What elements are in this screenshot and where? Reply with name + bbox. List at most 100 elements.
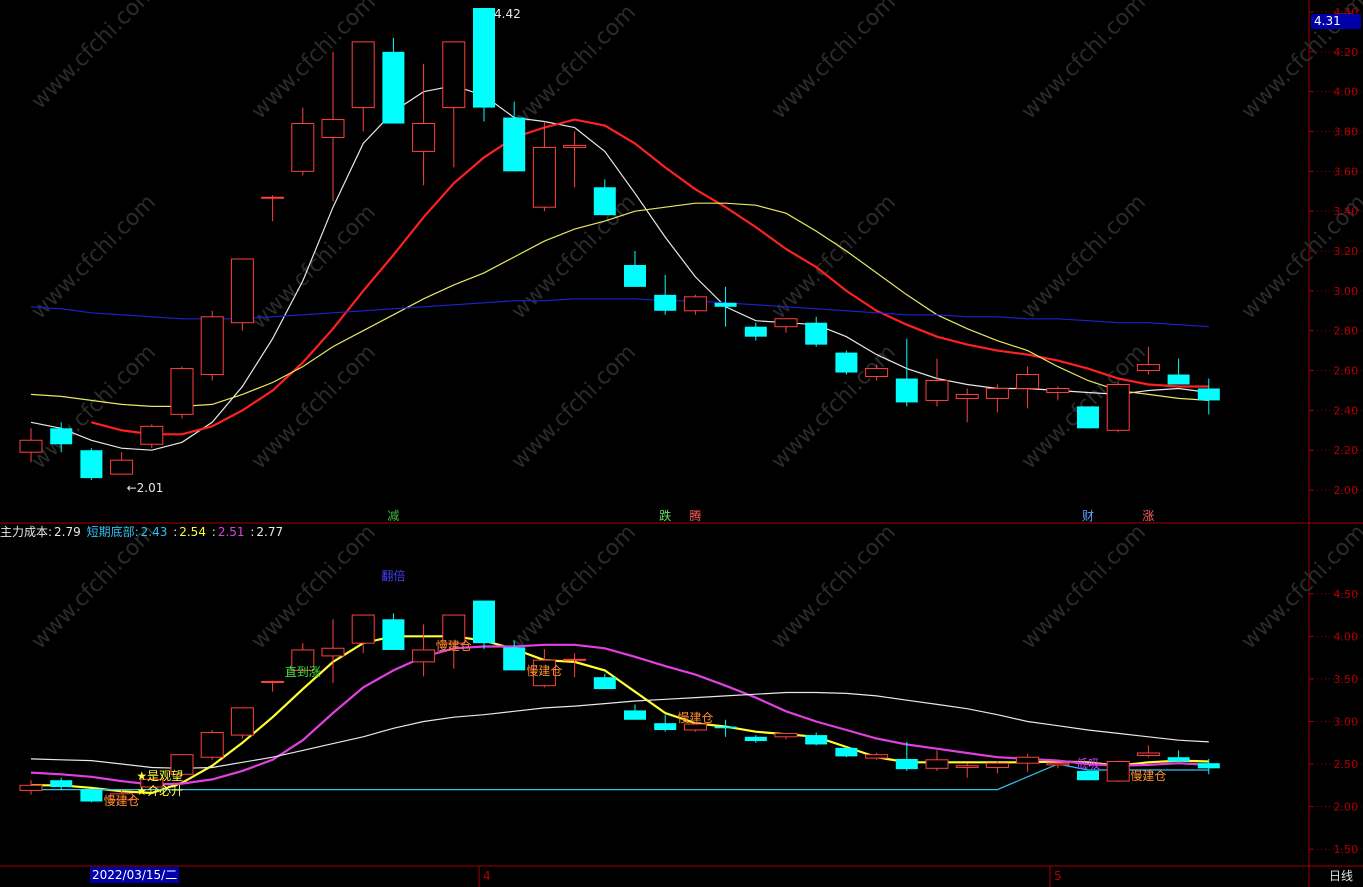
indicator-candle-body [473, 600, 495, 644]
legend-value-4: 2.51 [217, 525, 245, 539]
indicator-candle-body [955, 765, 979, 768]
main-candle-body [110, 459, 134, 475]
cursor-date-label: 2022/03/15/二 [90, 867, 180, 883]
signal-label: 腾 [689, 508, 701, 523]
legend-short-bottom-value: 2.43 [140, 525, 168, 539]
main-candle-body [473, 8, 495, 108]
watermark-text: www.cfchi.com [767, 0, 901, 124]
indicator-candle-body [200, 732, 224, 758]
main-y-tick-label: 4.20 [1334, 46, 1359, 59]
main-candle-body [200, 316, 224, 376]
indicator-candle-body [382, 619, 405, 650]
indicator-candle-body [1197, 763, 1220, 769]
indicator-candle-body [1077, 770, 1099, 781]
stock-chart-window: www.cfchi.com www.cfchi.com www.cfchi.com w… [0, 0, 1363, 887]
indicator-signal-label: ★是观望 [136, 769, 183, 783]
watermark-text: www.cfchi.com [507, 190, 641, 324]
main-candle-body [654, 294, 677, 311]
main-y-tick-label: 2.00 [1334, 484, 1359, 497]
main-candle-body [412, 123, 436, 152]
indicator-candle-body [1046, 762, 1070, 766]
indicator-candle-body [261, 680, 285, 683]
main-candle-body [50, 428, 73, 445]
indicator-candle-body [593, 677, 616, 690]
main-y-tick-label: 2.40 [1334, 404, 1359, 417]
current-price-tag: 4.31 [1311, 14, 1361, 29]
indicator-candle-body [351, 614, 375, 644]
indicator-y-tick-label: 3.00 [1334, 715, 1359, 728]
watermark-text: www.cfchi.com [507, 520, 641, 654]
main-candle-body [80, 450, 103, 479]
main-candle-body [714, 302, 737, 307]
watermark-text: www.cfchi.com [767, 340, 901, 474]
main-candle-body [321, 119, 345, 138]
indicator-signal-label: 慢建仓 [1130, 769, 1166, 783]
main-candle-body [19, 439, 43, 453]
indicator-candle-body [1106, 760, 1130, 782]
min-price-label: ←2.01 [127, 481, 164, 495]
indicator-signal-label: 慢建仓 [104, 794, 140, 808]
main-candle-body [230, 258, 254, 324]
legend-main-cost-value: 2.79 [54, 525, 81, 539]
indicator-candle-body [321, 647, 345, 657]
main-candle-body [1136, 364, 1160, 372]
indicator-candle-body [412, 649, 436, 663]
signal-label: 跌 [659, 508, 671, 523]
main-candle-body [261, 196, 285, 199]
legend-value-5: 2.77 [256, 525, 284, 539]
main-candle-body [1077, 406, 1099, 429]
main-y-tick-label: 3.40 [1334, 205, 1359, 218]
indicator-candle-body [230, 707, 254, 736]
legend-main-cost-label: 主力成本: [0, 525, 53, 539]
watermark-text: www.cfchi.com [1017, 190, 1151, 324]
watermark-text: www.cfchi.com [767, 190, 901, 324]
watermark-text: www.cfchi.com [507, 0, 641, 134]
main-candle-body [1167, 374, 1190, 385]
main-candle-body [835, 352, 858, 373]
main-y-tick-label: 4.00 [1334, 86, 1359, 99]
main-y-tick-label: 2.80 [1334, 325, 1359, 338]
main-candle-body [774, 318, 798, 328]
main-y-tick-label: 3.60 [1334, 165, 1359, 178]
indicator-y-tick-label: 4.50 [1334, 588, 1359, 601]
indicator-candle-body [503, 647, 526, 671]
main-candle-body [140, 425, 164, 445]
timeframe-button[interactable]: 日线 [1319, 867, 1363, 885]
time-axis-label: 5 [1054, 869, 1062, 883]
main-candle-body [624, 264, 646, 287]
indicator-y-tick-label: 2.00 [1334, 801, 1359, 814]
watermark-text: www.cfchi.com [767, 520, 901, 654]
main-candle-body [895, 378, 918, 403]
indicator-candle-body [774, 732, 798, 738]
main-candle-body [563, 144, 587, 148]
main-candle-body [865, 368, 889, 378]
watermark-text: www.cfchi.com [1017, 520, 1151, 654]
indicator-signal-label: 慢建仓 [677, 711, 713, 725]
signal-label: 减 [387, 509, 399, 523]
watermark-text: www.cfchi.com [1017, 0, 1151, 124]
chart-canvas[interactable]: www.cfchi.com www.cfchi.com www.cfchi.com w… [0, 0, 1363, 887]
indicator-candle-body [835, 747, 858, 757]
signal-label: 涨 [1142, 508, 1154, 523]
indicator-candle-body [895, 758, 918, 770]
indicator-candle-body [80, 789, 103, 802]
main-candle-body [955, 393, 979, 399]
max-price-label: 4.42 [494, 7, 521, 21]
main-candle-body [382, 51, 405, 124]
main-candle-body [291, 123, 315, 172]
main-y-tick-label: 3.00 [1334, 285, 1359, 298]
main-series-line-1 [91, 118, 1209, 436]
indicator-candle-body [654, 723, 677, 730]
main-candle-body [985, 387, 1009, 399]
main-y-tick-label: 2.60 [1334, 365, 1359, 378]
indicator-candle-body [1167, 757, 1190, 762]
indicator-signal-label: 慢建仓 [436, 639, 472, 653]
indicator-candle-body [50, 780, 73, 788]
indicator-signal-label: 直到涨 [285, 664, 321, 679]
signal-label: 财 [1082, 509, 1094, 523]
indicator-candle-body [805, 735, 828, 745]
main-candle-body [170, 368, 194, 415]
indicator-signal-label: 低吸 [1076, 757, 1100, 771]
indicator-y-tick-label: 1.50 [1334, 843, 1359, 856]
indicator-candle-body [624, 710, 646, 720]
